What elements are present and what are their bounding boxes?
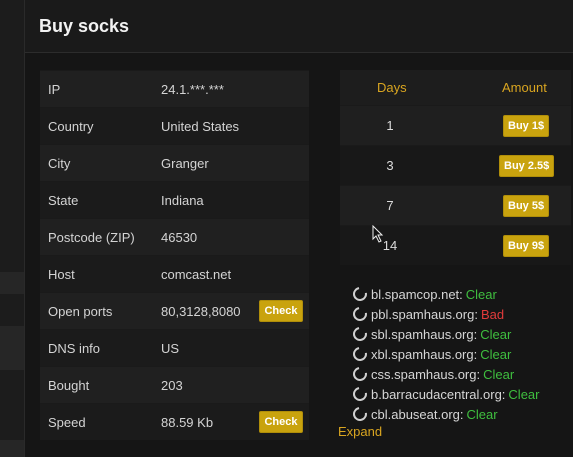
blacklist-host: cbl.abuseat.org:: [371, 406, 464, 422]
loading-spinner-icon: [350, 344, 370, 364]
background-band: [0, 272, 24, 294]
info-value: Granger: [161, 155, 209, 171]
loading-spinner-icon: [350, 324, 370, 344]
modal-title: Buy socks: [39, 15, 130, 36]
blacklist-status: Clear: [466, 406, 498, 422]
info-row-postcode: Postcode (ZIP) 46530: [40, 218, 309, 255]
blacklist-status: Bad: [480, 306, 505, 322]
blacklist-checks: bl.spamcop.net: Clear pbl.spamhaus.org: …: [350, 284, 540, 424]
buy-3-day-button[interactable]: Buy 2.5$: [499, 155, 555, 177]
modal-header: Buy socks: [25, 0, 573, 53]
blacklist-status: Clear: [480, 346, 512, 362]
info-row-state: State Indiana: [40, 181, 309, 218]
info-value: 203: [161, 377, 183, 393]
pricing-row: 7 Buy 5$: [340, 185, 571, 225]
pricing-row: 1 Buy 1$: [340, 105, 571, 145]
info-value: 46530: [161, 229, 198, 245]
amount-header: Amount: [502, 80, 547, 95]
info-value: United States: [161, 118, 240, 134]
blacklist-host: pbl.spamhaus.org:: [371, 306, 478, 322]
info-label: DNS info: [48, 340, 101, 356]
loading-spinner-icon: [350, 364, 370, 384]
info-value: comcast.net: [161, 266, 232, 282]
loading-spinner-icon: [350, 404, 370, 424]
pricing-row: 3 Buy 2.5$: [340, 145, 571, 185]
info-value: Indiana: [161, 192, 204, 208]
info-label: Bought: [48, 377, 90, 393]
blacklist-host: xbl.spamhaus.org:: [371, 346, 478, 362]
blacklist-status: Clear: [480, 326, 512, 342]
info-label: City: [48, 155, 71, 171]
days-cell: 1: [386, 118, 394, 133]
blacklist-host: b.barracudacentral.org:: [371, 386, 506, 402]
info-label: Host: [48, 266, 75, 282]
info-label: Open ports: [48, 303, 113, 319]
info-label: Postcode (ZIP): [48, 229, 135, 245]
info-value: 24.1.***.***: [161, 81, 224, 97]
loading-spinner-icon: [350, 284, 370, 304]
info-value: 88.59 Kb: [161, 414, 214, 430]
blacklist-item: pbl.spamhaus.org: Bad: [350, 304, 540, 324]
days-cell: 14: [382, 238, 398, 253]
blacklist-item: css.spamhaus.org: Clear: [350, 364, 540, 384]
blacklist-host: css.spamhaus.org:: [371, 366, 481, 382]
days-cell: 7: [386, 198, 394, 213]
blacklist-item: cbl.abuseat.org: Clear: [350, 404, 540, 424]
info-row-city: City Granger: [40, 144, 309, 181]
info-label: Speed: [48, 414, 86, 430]
blacklist-status: Clear: [483, 366, 515, 382]
blacklist-host: sbl.spamhaus.org:: [371, 326, 478, 342]
loading-spinner-icon: [350, 304, 370, 324]
check-ports-button[interactable]: Check: [259, 300, 303, 322]
blacklist-status: Clear: [508, 386, 540, 402]
blacklist-item: sbl.spamhaus.org: Clear: [350, 324, 540, 344]
expand-link[interactable]: Expand: [338, 424, 382, 439]
pricing-header: Days Amount: [340, 70, 571, 105]
buy-socks-modal: Buy socks IP 24.1.***.*** Country United…: [24, 0, 573, 457]
buy-14-day-button[interactable]: Buy 9$: [503, 235, 550, 257]
mouse-cursor-icon: [372, 225, 384, 243]
info-label: IP: [48, 81, 61, 97]
blacklist-item: xbl.spamhaus.org: Clear: [350, 344, 540, 364]
info-value: 80,3128,8080: [161, 303, 241, 319]
background-band: [0, 326, 24, 370]
info-row-dns: DNS info US: [40, 329, 309, 366]
buy-1-day-button[interactable]: Buy 1$: [503, 115, 550, 137]
info-row-host: Host comcast.net: [40, 255, 309, 292]
info-label: State: [48, 192, 79, 208]
info-row-ip: IP 24.1.***.***: [40, 70, 309, 107]
blacklist-item: bl.spamcop.net: Clear: [350, 284, 540, 304]
info-row-bought: Bought 203: [40, 366, 309, 403]
blacklist-status: Clear: [465, 286, 497, 302]
blacklist-host: bl.spamcop.net:: [371, 286, 463, 302]
info-row-speed: Speed 88.59 Kb Check: [40, 403, 309, 440]
proxy-info-table: IP 24.1.***.*** Country United States Ci…: [40, 70, 309, 440]
info-row-country: Country United States: [40, 107, 309, 144]
days-header: Days: [377, 80, 407, 95]
background-band: [0, 440, 24, 457]
days-cell: 3: [386, 158, 394, 173]
buy-7-day-button[interactable]: Buy 5$: [503, 195, 550, 217]
info-label: Country: [48, 118, 94, 134]
info-value: US: [161, 340, 180, 356]
background-page: [0, 0, 24, 457]
loading-spinner-icon: [350, 384, 370, 404]
blacklist-item: b.barracudacentral.org: Clear: [350, 384, 540, 404]
check-speed-button[interactable]: Check: [259, 411, 303, 433]
info-row-open-ports: Open ports 80,3128,8080 Check: [40, 292, 309, 329]
